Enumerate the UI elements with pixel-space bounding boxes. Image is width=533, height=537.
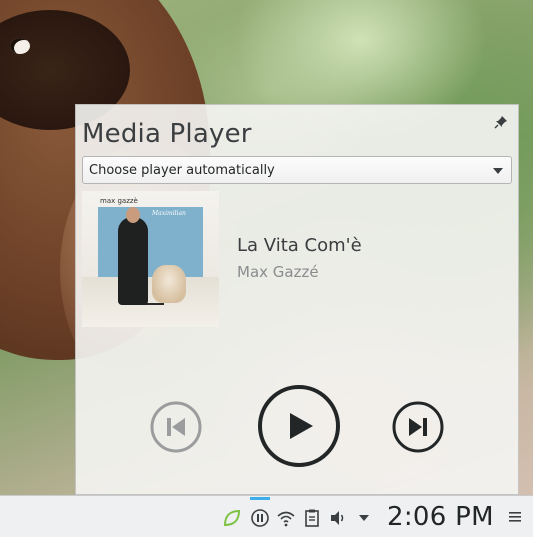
popup-title: Media Player — [82, 119, 252, 149]
pin-icon[interactable] — [494, 115, 508, 129]
track-title: La Vita Com'è — [237, 235, 362, 256]
wallpaper-sloth-eye — [10, 38, 30, 54]
album-art-head — [126, 207, 140, 223]
wifi-icon[interactable] — [276, 508, 296, 528]
album-art-artist-text: max gazzè — [100, 197, 138, 205]
album-art-background — [98, 207, 203, 277]
skip-previous-icon[interactable] — [150, 401, 202, 453]
track-artist: Max Gazzé — [237, 263, 319, 281]
player-select-dropdown[interactable]: Choose player automatically — [82, 156, 512, 184]
tray-active-indicator — [250, 497, 270, 500]
album-art: max gazzè Maximilian — [82, 191, 219, 327]
hamburger-icon[interactable] — [508, 510, 522, 524]
album-art-figure — [118, 217, 148, 305]
chevron-down-icon — [493, 168, 503, 174]
media-pause-icon[interactable] — [250, 508, 270, 528]
clock[interactable]: 2:06 PM — [387, 502, 494, 532]
expand-arrow-icon[interactable] — [354, 508, 374, 528]
player-select-value: Choose player automatically — [89, 163, 275, 178]
media-player-popup: Media Player Choose player automatically… — [75, 104, 519, 495]
play-icon — [290, 413, 313, 439]
play-button[interactable] — [257, 384, 341, 468]
leaf-icon[interactable] — [222, 508, 242, 528]
taskbar-panel: 2:06 PM — [0, 495, 533, 537]
album-art-script-text: Maximilian — [152, 210, 186, 217]
album-art-dog — [152, 265, 186, 303]
volume-icon[interactable] — [328, 508, 348, 528]
clipboard-icon[interactable] — [302, 508, 322, 528]
skip-next-icon[interactable] — [392, 401, 444, 453]
